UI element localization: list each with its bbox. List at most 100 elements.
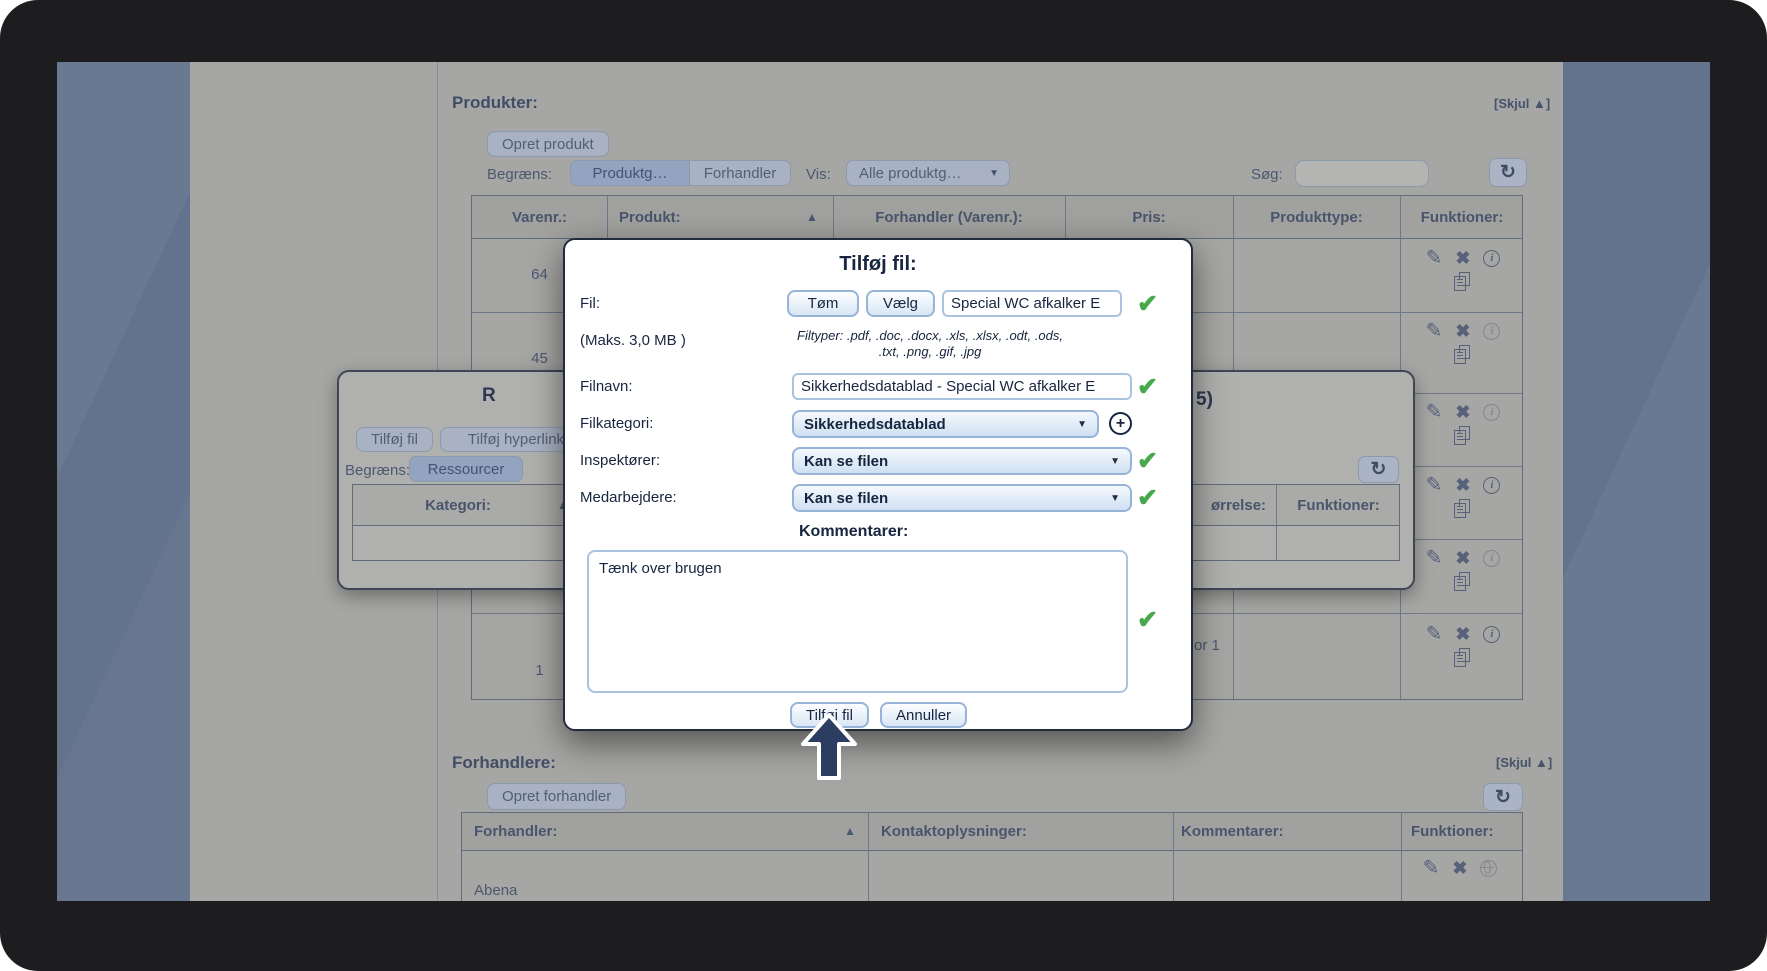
right-background-band bbox=[1563, 62, 1710, 901]
copy-icon[interactable] bbox=[1454, 345, 1472, 366]
ressourcer-title-fragment: R bbox=[482, 385, 496, 407]
copy-icon[interactable] bbox=[1454, 648, 1472, 669]
create-forhandler-button[interactable]: Opret forhandler bbox=[487, 783, 626, 810]
forhandlere-heading: Forhandlere: bbox=[452, 753, 556, 773]
edit-icon[interactable]: ✎ bbox=[1426, 321, 1443, 341]
col-header-kommentarer[interactable]: Kommentarer: bbox=[1181, 813, 1341, 851]
fil-label: Fil: bbox=[580, 295, 600, 312]
kommentarer-textarea[interactable]: Tænk over brugen bbox=[587, 550, 1128, 693]
kommentarer-label: Kommentarer: bbox=[799, 523, 908, 541]
clear-file-button[interactable]: Tøm bbox=[787, 290, 859, 317]
sort-asc-icon[interactable]: ▲ bbox=[802, 196, 822, 239]
edit-icon[interactable]: ✎ bbox=[1426, 624, 1443, 644]
produkter-hide-link[interactable]: [Skjul ▲] bbox=[1494, 96, 1550, 111]
col-header-forhandler-varenr[interactable]: Forhandler (Varenr.): bbox=[873, 196, 1025, 239]
table-row-actions: ✎ ✖ i bbox=[1408, 321, 1518, 366]
table-row-actions: ✎ ✖ i bbox=[1408, 548, 1518, 593]
medarbejdere-value: Kan se filen bbox=[804, 490, 888, 507]
refresh-icon: ↻ bbox=[1371, 458, 1387, 481]
edit-icon[interactable]: ✎ bbox=[1423, 858, 1440, 878]
sort-asc-icon[interactable]: ▲ bbox=[840, 813, 860, 851]
add-file-modal: Tilføj fil: Fil: Tøm Vælg ✔ (Maks. 3,0 M… bbox=[563, 238, 1193, 731]
check-icon: ✔ bbox=[1137, 449, 1158, 474]
col-header-produkt[interactable]: Produkt: bbox=[619, 196, 759, 239]
col-header-kontaktoplysninger[interactable]: Kontaktoplysninger: bbox=[881, 813, 1081, 851]
filter-produktgruppe-button[interactable]: Produktg… bbox=[571, 161, 689, 185]
delete-icon[interactable]: ✖ bbox=[1452, 859, 1467, 877]
copy-icon[interactable] bbox=[1454, 272, 1472, 293]
col-header-kategori[interactable]: Kategori: bbox=[413, 485, 503, 526]
edit-icon[interactable]: ✎ bbox=[1426, 248, 1443, 268]
edit-icon[interactable]: ✎ bbox=[1426, 402, 1443, 422]
col-header-produkttype[interactable]: Produkttype: bbox=[1233, 196, 1400, 239]
filkategori-select[interactable]: Sikkerhedsdatablad ▼ bbox=[792, 410, 1099, 438]
produkttype-dropdown[interactable]: Alle produktg… ▼ bbox=[846, 160, 1010, 186]
add-file-button[interactable]: Tilføj fil bbox=[356, 427, 433, 452]
col-header-storrelse-fragment[interactable]: ørrelse: bbox=[1211, 485, 1275, 526]
produkter-refresh-button[interactable]: ↻ bbox=[1489, 158, 1527, 187]
filkategori-label: Filkategori: bbox=[580, 415, 653, 432]
globe-icon[interactable] bbox=[1480, 860, 1497, 877]
col-header-funktioner: Funktioner: bbox=[1400, 196, 1524, 239]
forhandlere-hide-link[interactable]: [Skjul ▲] bbox=[1496, 755, 1552, 770]
info-icon[interactable]: i bbox=[1483, 550, 1500, 567]
col-header-varenr[interactable]: Varenr.: bbox=[472, 196, 607, 239]
delete-icon[interactable]: ✖ bbox=[1455, 476, 1470, 494]
add-category-button[interactable]: + bbox=[1109, 412, 1132, 435]
chevron-down-icon: ▼ bbox=[1077, 419, 1087, 430]
chevron-down-icon: ▼ bbox=[1110, 493, 1120, 504]
table-row-actions: ✎ ✖ bbox=[1405, 858, 1515, 878]
copy-icon[interactable] bbox=[1454, 426, 1472, 447]
delete-icon[interactable]: ✖ bbox=[1455, 249, 1470, 267]
table-row-actions: ✎ ✖ i bbox=[1408, 624, 1518, 669]
pointer-arrow bbox=[799, 712, 859, 787]
copy-icon[interactable] bbox=[1454, 499, 1472, 520]
info-icon[interactable]: i bbox=[1483, 626, 1500, 643]
medarbejdere-select[interactable]: Kan se filen ▼ bbox=[792, 484, 1132, 512]
modal-title: Tilføj fil: bbox=[565, 253, 1191, 276]
delete-icon[interactable]: ✖ bbox=[1455, 403, 1470, 421]
edit-icon[interactable]: ✎ bbox=[1426, 475, 1443, 495]
delete-icon[interactable]: ✖ bbox=[1455, 549, 1470, 567]
col-border bbox=[868, 813, 869, 901]
info-icon[interactable]: i bbox=[1483, 477, 1500, 494]
window-frame: Produkter: [Skjul ▲] Opret produkt Begræ… bbox=[0, 0, 1767, 971]
cancel-button[interactable]: Annuller bbox=[880, 702, 967, 728]
create-product-button[interactable]: Opret produkt bbox=[487, 131, 609, 157]
search-input[interactable] bbox=[1295, 160, 1429, 187]
check-icon: ✔ bbox=[1137, 486, 1158, 511]
info-icon[interactable]: i bbox=[1483, 404, 1500, 421]
check-icon: ✔ bbox=[1137, 375, 1158, 400]
filter-ressourcer-button[interactable]: Ressourcer bbox=[410, 457, 522, 481]
filkategori-value: Sikkerhedsdatablad bbox=[804, 416, 946, 433]
chevron-down-icon: ▼ bbox=[989, 168, 999, 179]
filnavn-input[interactable] bbox=[792, 373, 1132, 400]
produkter-limit-label: Begræns: bbox=[487, 166, 552, 183]
choose-file-button[interactable]: Vælg bbox=[866, 290, 935, 317]
chevron-down-icon: ▼ bbox=[1110, 456, 1120, 467]
col-header-pris[interactable]: Pris: bbox=[1065, 196, 1233, 239]
delete-icon[interactable]: ✖ bbox=[1455, 322, 1470, 340]
forhandlere-refresh-button[interactable]: ↻ bbox=[1483, 783, 1523, 811]
copy-icon[interactable] bbox=[1454, 572, 1472, 593]
edit-icon[interactable]: ✎ bbox=[1426, 548, 1443, 568]
ressourcer-title-count-fragment: 5) bbox=[1196, 389, 1213, 411]
produkter-filter-group: Produktg… Forhandler bbox=[570, 160, 791, 186]
plus-icon: + bbox=[1116, 415, 1125, 433]
col-header-forhandler[interactable]: Forhandler: bbox=[474, 813, 624, 851]
inspektorer-select[interactable]: Kan se filen ▼ bbox=[792, 447, 1132, 475]
filter-forhandler-button[interactable]: Forhandler bbox=[689, 161, 790, 185]
search-label: Søg: bbox=[1251, 166, 1283, 183]
col-border bbox=[1173, 813, 1174, 901]
table-cell-forhandler-fragment: or 1 bbox=[1194, 637, 1254, 654]
info-icon[interactable]: i bbox=[1483, 250, 1500, 267]
col-header-funktioner: Funktioner: bbox=[1411, 813, 1519, 851]
filetypes-hint-line1: Filtyper: .pdf, .doc, .docx, .xls, .xlsx… bbox=[715, 328, 1145, 344]
ressourcer-refresh-button[interactable]: ↻ bbox=[1358, 456, 1399, 483]
col-border bbox=[1401, 813, 1402, 901]
info-icon[interactable]: i bbox=[1483, 323, 1500, 340]
table-cell-forhandler: Abena bbox=[474, 882, 594, 899]
delete-icon[interactable]: ✖ bbox=[1455, 625, 1470, 643]
table-row-actions: ✎ ✖ i bbox=[1408, 402, 1518, 447]
file-value-input[interactable] bbox=[942, 290, 1122, 317]
